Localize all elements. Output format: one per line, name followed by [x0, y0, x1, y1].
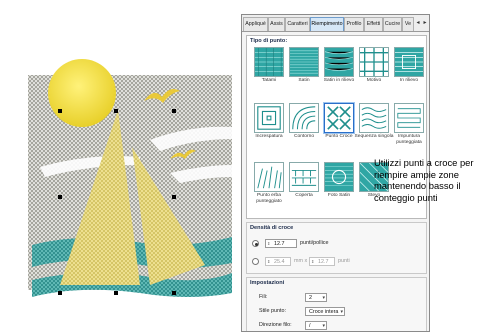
- stitch-punto-erba[interactable]: Punto erba punteggiato: [249, 162, 289, 205]
- stitch-label: Foto Satin: [327, 193, 351, 198]
- chevron-down-icon[interactable]: ▾: [340, 308, 343, 316]
- stitch-style-value: Croce intera: [309, 309, 339, 315]
- spin-arrows-icon[interactable]: ⇕: [267, 258, 270, 266]
- motif-icon: [359, 47, 389, 77]
- ripple-icon: [254, 103, 284, 133]
- stitch-coperta[interactable]: Coperta: [284, 162, 324, 205]
- tab-scroll-right-icon[interactable]: ▸: [421, 18, 429, 29]
- density-per-inch-unit: punti/pollice: [300, 240, 329, 246]
- chevron-down-icon[interactable]: ▾: [322, 322, 325, 330]
- threads-select[interactable]: 2 ▾: [305, 293, 327, 302]
- tab-ve[interactable]: Ve: [402, 17, 414, 31]
- photo-satin-icon: [324, 162, 354, 192]
- tab-profilo[interactable]: Profilo: [344, 17, 364, 31]
- stitch-style-label: Stile punto:: [259, 308, 286, 314]
- embroidery-canvas[interactable]: [20, 55, 242, 321]
- sun: [48, 59, 116, 127]
- settings-title: Impostazioni: [250, 280, 285, 286]
- stitch-style-select[interactable]: Croce intera ▾: [305, 307, 345, 316]
- stitch-label: Punto erba punteggiato: [256, 193, 282, 204]
- density-stitches-field[interactable]: ⇕ 12.7: [309, 257, 335, 266]
- grass-stitch-icon: [254, 162, 284, 192]
- stitch-impuntura-punteggiata[interactable]: Impuntura punteggiata: [389, 103, 429, 146]
- tab-bar: Appliqué Assis Caratteri Riempimento Pro…: [242, 15, 429, 32]
- tab-effetti[interactable]: Effetti: [364, 17, 383, 31]
- stitch-tatami[interactable]: Tatami: [249, 47, 289, 90]
- blanket-icon: [289, 162, 319, 192]
- stitch-label: Coperta: [295, 193, 313, 198]
- density-stitches-value: 12.7: [318, 259, 329, 265]
- density-title: Densità di croce: [250, 225, 294, 231]
- contour-icon: [289, 103, 319, 133]
- relief-icon: [394, 47, 424, 77]
- threads-value: 2: [309, 295, 312, 301]
- density-mm-field[interactable]: ⇕ 25.4: [265, 257, 291, 266]
- tab-assis[interactable]: Assis: [268, 17, 285, 31]
- chevron-down-icon[interactable]: ▾: [322, 294, 325, 302]
- density-radio-per-inch[interactable]: [252, 240, 259, 247]
- satin-icon: [289, 47, 319, 77]
- spin-arrows-icon[interactable]: ⇕: [267, 240, 270, 248]
- stitch-label: Increspatura: [255, 134, 283, 139]
- satin-relief-icon: [324, 47, 354, 77]
- threads-label: Fili:: [259, 294, 268, 300]
- stitch-label: Satin: [298, 78, 310, 83]
- stitch-label: In rilievo: [399, 78, 419, 83]
- stitch-foto-satin[interactable]: Foto Satin: [319, 162, 359, 205]
- stitch-label: Punto Croce: [325, 134, 353, 139]
- stitch-label: Impuntura punteggiata: [396, 134, 422, 145]
- stitch-satin-rilievo[interactable]: Satin in rilievo: [319, 47, 359, 90]
- density-mm-separator: mm x: [294, 258, 308, 264]
- thread-direction-label: Direzione filo:: [259, 322, 292, 328]
- tab-applique[interactable]: Appliqué: [243, 17, 268, 31]
- spin-arrows-icon[interactable]: ⇕: [311, 258, 314, 266]
- stitch-type-title: Tipo di punto:: [250, 38, 288, 44]
- thread-direction-select[interactable]: / ▾: [305, 321, 327, 330]
- density-mm-value: 25.4: [274, 259, 285, 265]
- stitch-in-rilievo[interactable]: In rilievo: [389, 47, 429, 90]
- stipple-run-icon: [394, 103, 424, 133]
- stitch-increspatura[interactable]: Increspatura: [249, 103, 289, 146]
- tatami-icon: [254, 47, 284, 77]
- stitch-motivo[interactable]: Motivo: [354, 47, 394, 90]
- single-sequence-icon: [359, 103, 389, 133]
- settings-group: Impostazioni Fili: 2 ▾ Stile punto: Croce…: [246, 277, 427, 331]
- tab-cucire[interactable]: Cucire: [383, 17, 402, 31]
- cross-density-group: Densità di croce ⇕ 12.7 punti/pollice ⇕ 25…: [246, 222, 427, 274]
- density-stitches-unit: punti: [338, 258, 350, 264]
- thread-direction-value: /: [309, 323, 311, 329]
- stitch-contorno[interactable]: Contorno: [284, 103, 324, 146]
- density-per-inch-field[interactable]: ⇕ 12.7: [265, 239, 297, 248]
- stitch-sequenza-singola[interactable]: Sequenza singola: [354, 103, 394, 146]
- stitch-label: Contorno: [293, 134, 315, 139]
- stitch-punto-croce[interactable]: Punto Croce: [319, 103, 359, 146]
- tab-caratteri[interactable]: Caratteri: [285, 17, 310, 31]
- stitch-label: Motivo: [366, 78, 382, 83]
- stitch-label: Satin in rilievo: [323, 78, 355, 83]
- tab-riempimento[interactable]: Riempimento: [310, 17, 344, 31]
- stitch-satin[interactable]: Satin: [284, 47, 324, 90]
- density-per-inch-value: 12.7: [274, 241, 285, 247]
- density-radio-mm[interactable]: [252, 258, 259, 265]
- stitch-label: Sequenza singola: [354, 134, 394, 139]
- stitch-label: Tatami: [261, 78, 277, 83]
- callout-text: Utilizzi punti a croce per riempire ampi…: [374, 157, 474, 203]
- cross-stitch-icon: [324, 103, 354, 133]
